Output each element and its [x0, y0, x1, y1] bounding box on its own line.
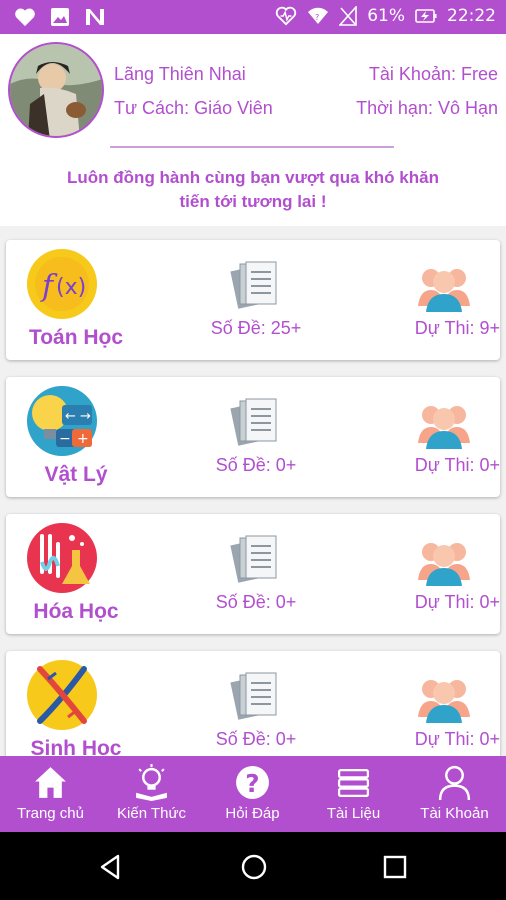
participants-icon — [418, 269, 470, 312]
svg-text:← →: ← → — [65, 409, 91, 424]
nav-item-home[interactable]: Trang chủ — [0, 756, 101, 832]
heart-icon — [15, 8, 35, 27]
account-type: Tài Khoản: Free — [368, 64, 498, 84]
image-icon — [51, 8, 69, 26]
nav-label: Tài Liệu — [326, 805, 381, 822]
exam-count: Số Đề: 0+ — [215, 592, 297, 612]
physics-bulb-icon: ← → − + — [27, 386, 97, 456]
battery-percent: 61% — [367, 6, 405, 26]
user-icon — [438, 765, 471, 801]
exam-count: Số Đề: 0+ — [215, 729, 297, 749]
user-role: Tư Cách: Giáo Viên — [114, 98, 273, 118]
participant-count: Dự Thi: 0+ — [414, 455, 500, 475]
exam-count: Số Đề: 0+ — [215, 455, 297, 475]
participant-count: Dự Thi: 0+ — [414, 729, 500, 749]
user-name: Lãng Thiên Nhai — [114, 64, 246, 84]
participant-count: Dự Thi: 9+ — [414, 318, 500, 338]
subject-card-math[interactable]: f (x) Toán Học Số Đề: 25+ Dự Thi: 9+ — [6, 240, 500, 360]
system-icons: ? 61% 22:22 — [275, 6, 496, 26]
documents-icon — [230, 535, 277, 583]
slogan: Luôn đồng hành cùng bạn vượt qua khó khă… — [0, 166, 506, 214]
exam-count: Số Đề: 25+ — [210, 318, 302, 338]
subject-card-biology[interactable]: Sinh Học Số Đề: 0+ Dự Thi: 0+ — [6, 651, 500, 771]
nav-label: Tài Khoản — [420, 805, 489, 822]
lightbulb-book-icon — [136, 764, 167, 801]
chemistry-flask-icon — [27, 523, 97, 593]
question-icon: ? — [236, 766, 269, 799]
profile-header: Lãng Thiên Nhai Tư Cách: Giáo Viên Tài K… — [0, 34, 506, 226]
documents-icon — [230, 398, 277, 446]
avatar[interactable] — [8, 42, 104, 138]
bottom-navigation: Trang chủ Kiến Thức ? Hỏi Đáp Tài Liệu T… — [0, 756, 506, 832]
participants-icon — [418, 543, 470, 586]
nav-item-qa[interactable]: ? Hỏi Đáp — [202, 756, 303, 832]
subject-name: Toán Học — [28, 326, 124, 349]
nav-label: Trang chủ — [17, 805, 84, 822]
account-duration: Thời hạn: Vô Hạn — [356, 98, 498, 118]
svg-text:+: + — [77, 431, 89, 447]
back-icon[interactable] — [98, 854, 122, 880]
subject-card-chemistry[interactable]: Hóa Học Số Đề: 0+ Dự Thi: 0+ — [6, 514, 500, 634]
system-navigation-bar — [0, 832, 506, 900]
slogan-line-1: Luôn đồng hành cùng bạn vượt qua khó khă… — [67, 168, 439, 187]
svg-text:?: ? — [245, 769, 259, 798]
documents-icon — [230, 672, 277, 720]
participants-icon — [418, 680, 470, 723]
nav-label: Kiến Thức — [117, 805, 186, 822]
documents-icon — [230, 261, 277, 309]
svg-text:−: − — [59, 431, 71, 447]
dna-icon — [27, 660, 97, 730]
divider — [110, 146, 394, 148]
subject-name: Hóa Học — [33, 600, 119, 623]
slogan-line-2: tiến tới tương lai ! — [179, 192, 327, 211]
svg-text:(x): (x) — [56, 275, 86, 300]
books-icon — [337, 769, 370, 797]
recents-icon[interactable] — [382, 854, 408, 880]
heart-rate-icon — [276, 6, 297, 26]
subject-card-physics[interactable]: ← → − + Vật Lý Số Đề: 0+ Dự Thi: 0+ — [6, 377, 500, 497]
nav-item-knowledge[interactable]: Kiến Thức — [101, 756, 202, 832]
svg-text:?: ? — [315, 13, 319, 22]
status-bar: ? 61% 22:22 — [0, 0, 506, 34]
participant-count: Dự Thi: 0+ — [414, 592, 500, 612]
nav-item-docs[interactable]: Tài Liệu — [303, 756, 404, 832]
home-circle-icon[interactable] — [240, 853, 268, 881]
participants-icon — [418, 406, 470, 449]
notification-icons — [14, 7, 106, 27]
wifi-icon: ? — [308, 7, 329, 24]
no-signal-icon — [339, 6, 358, 26]
n-app-icon — [86, 9, 104, 25]
math-function-icon: f (x) — [27, 249, 97, 319]
nav-label: Hỏi Đáp — [225, 805, 280, 822]
subject-name: Vật Lý — [44, 463, 108, 486]
battery-charging-icon — [415, 9, 437, 23]
home-icon — [35, 767, 66, 798]
nav-item-account[interactable]: Tài Khoản — [404, 756, 505, 832]
clock: 22:22 — [447, 6, 496, 26]
